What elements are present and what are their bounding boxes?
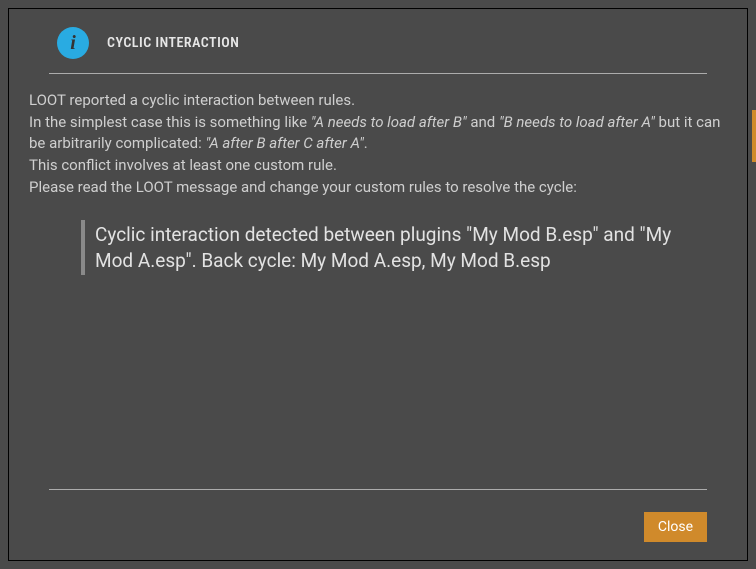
body-line-1: LOOT reported a cyclic interaction betwe…	[29, 90, 727, 111]
close-button[interactable]: Close	[644, 512, 707, 542]
right-edge-accent	[752, 110, 756, 162]
dialog: i CYCLIC INTERACTION LOOT reported a cyc…	[8, 8, 748, 561]
dialog-title: CYCLIC INTERACTION	[107, 35, 239, 51]
body-em: "B needs to load after A"	[499, 113, 655, 131]
loot-message-quote: Cyclic interaction detected between plug…	[81, 220, 701, 275]
body-em: "A after B after C after A"	[205, 134, 363, 152]
body-text: .	[364, 134, 368, 152]
body-line-2: In the simplest case this is something l…	[29, 112, 727, 154]
dialog-footer: Close	[9, 489, 747, 560]
body-text: and	[467, 113, 499, 131]
info-icon-glyph: i	[70, 32, 76, 55]
body-em: "A needs to load after B"	[311, 113, 467, 131]
info-icon: i	[57, 27, 89, 59]
dialog-header: i CYCLIC INTERACTION	[9, 9, 747, 73]
divider-bottom	[49, 489, 707, 490]
dialog-body: LOOT reported a cyclic interaction betwe…	[9, 90, 747, 489]
body-text: In the simplest case this is something l…	[29, 113, 311, 131]
button-row: Close	[49, 512, 707, 542]
body-line-3: This conflict involves at least one cust…	[29, 155, 727, 176]
body-line-4: Please read the LOOT message and change …	[29, 177, 727, 198]
divider-top	[49, 73, 707, 74]
